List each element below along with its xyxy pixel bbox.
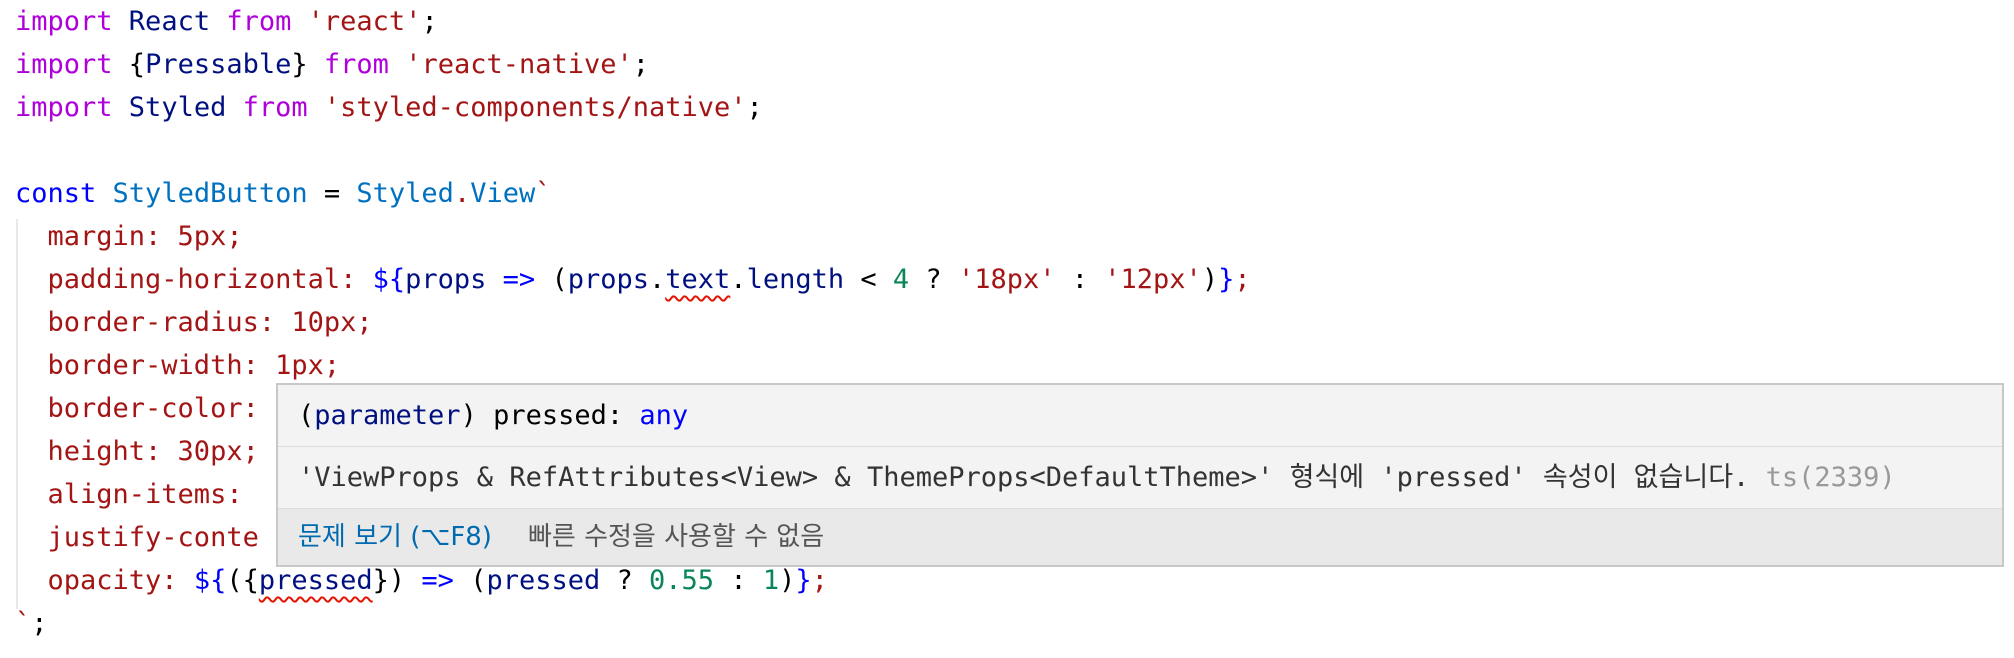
- token: (: [453, 565, 487, 596]
- token: `: [15, 608, 32, 639]
- token: opacity:: [15, 565, 194, 596]
- token: ;: [1234, 264, 1251, 295]
- token: justify-conte: [15, 522, 259, 553]
- token: align-items:: [15, 479, 259, 510]
- token: ) pressed:: [460, 400, 640, 431]
- token: ;: [811, 565, 828, 596]
- token: View: [470, 178, 536, 209]
- token: border-width: 1px;: [15, 350, 341, 381]
- token: ?: [600, 565, 650, 596]
- token: .: [649, 264, 666, 295]
- token: .: [730, 264, 747, 295]
- view-problem-link[interactable]: 문제 보기 (⌥F8): [298, 522, 492, 552]
- token: '12px': [1104, 264, 1202, 295]
- token: =>: [421, 565, 454, 596]
- token: const: [15, 178, 97, 209]
- token: ;: [421, 6, 438, 37]
- token: 'styled-components/native': [323, 92, 747, 123]
- token: from: [323, 49, 389, 80]
- code-line-2[interactable]: import {Pressable} from 'react-native';: [15, 43, 649, 86]
- token: import: [15, 92, 113, 123]
- code-line-6[interactable]: margin: 5px;: [15, 215, 243, 258]
- error-text: 'ViewProps & RefAttributes<View> & Theme…: [298, 462, 1766, 493]
- token: =: [307, 178, 357, 209]
- token: :: [714, 565, 763, 596]
- token: length: [746, 264, 845, 295]
- token: props: [567, 264, 649, 295]
- token: 4: [892, 264, 910, 295]
- token: <: [844, 264, 893, 295]
- token: Pressable: [145, 49, 292, 80]
- token: (: [298, 400, 315, 431]
- code-line-11[interactable]: height: 30px;: [15, 430, 259, 473]
- token: :: [1055, 264, 1105, 295]
- code-line-10[interactable]: border-color:: [15, 387, 275, 430]
- token: pressed: [486, 565, 601, 596]
- token: }: [291, 49, 324, 80]
- token: any: [639, 400, 689, 431]
- error-squiggle-text[interactable]: pressed: [259, 565, 373, 596]
- token: ?: [909, 264, 958, 295]
- token: React: [112, 6, 227, 37]
- token: padding-horizontal:: [15, 264, 373, 295]
- token: 1: [762, 565, 780, 596]
- token: ${: [193, 565, 227, 596]
- token: border-radius: 10px;: [15, 307, 373, 338]
- code-line-3[interactable]: import Styled from 'styled-components/na…: [15, 86, 763, 129]
- token: ;: [632, 49, 650, 80]
- token: ;: [31, 608, 48, 639]
- token: Styled: [356, 178, 454, 209]
- token: Styled: [112, 92, 243, 123]
- token: .: [453, 178, 471, 209]
- token: `: [535, 178, 552, 209]
- token: 'react-native': [405, 49, 633, 80]
- code-line-7[interactable]: padding-horizontal: ${props => (props.te…: [15, 258, 1251, 301]
- token: props: [405, 264, 487, 295]
- hover-signature: (parameter) pressed: any: [278, 385, 2002, 447]
- token: from: [242, 92, 308, 123]
- token: StyledButton: [112, 178, 308, 209]
- code-line-9[interactable]: border-width: 1px;: [15, 344, 341, 387]
- code-editor[interactable]: import React from 'react'; import {Press…: [0, 0, 2014, 658]
- token: parameter: [314, 400, 461, 431]
- code-line-8[interactable]: border-radius: 10px;: [15, 301, 373, 344]
- token: 0.55: [649, 565, 715, 596]
- token: ${: [372, 264, 406, 295]
- hover-actions-bar: 문제 보기 (⌥F8) 빠른 수정을 사용할 수 없음: [278, 509, 2002, 565]
- token: import: [15, 49, 113, 80]
- code-line-1[interactable]: import React from 'react';: [15, 0, 438, 43]
- code-line-15[interactable]: `;: [15, 602, 48, 645]
- token: '18px': [957, 264, 1056, 295]
- token: }: [1218, 264, 1235, 295]
- token: {: [112, 49, 146, 80]
- no-quick-fix-text: 빠른 수정을 사용할 수 없음: [527, 522, 825, 552]
- hover-error-message: 'ViewProps & RefAttributes<View> & Theme…: [278, 447, 2002, 509]
- token: }): [372, 565, 422, 596]
- code-line-13[interactable]: justify-conte: [15, 516, 259, 559]
- token: 'react': [307, 6, 422, 37]
- error-squiggle-text[interactable]: text: [665, 264, 730, 295]
- token: ): [1201, 264, 1219, 295]
- hover-widget: (parameter) pressed: any 'ViewProps & Re…: [276, 383, 2004, 567]
- code-line-5[interactable]: const StyledButton = Styled.View`: [15, 172, 552, 215]
- token: (: [551, 264, 568, 295]
- error-code: ts(2339): [1765, 462, 1896, 493]
- token: border-color:: [15, 393, 276, 424]
- token: ;: [746, 92, 763, 123]
- token: }: [795, 565, 812, 596]
- token: import: [15, 6, 113, 37]
- token: =>: [486, 264, 552, 295]
- token: height: 30px;: [15, 436, 259, 467]
- token: from: [226, 6, 292, 37]
- code-line-12[interactable]: align-items:: [15, 473, 259, 516]
- token: margin: 5px;: [15, 221, 243, 252]
- token: ({: [226, 565, 259, 596]
- token: ): [779, 565, 796, 596]
